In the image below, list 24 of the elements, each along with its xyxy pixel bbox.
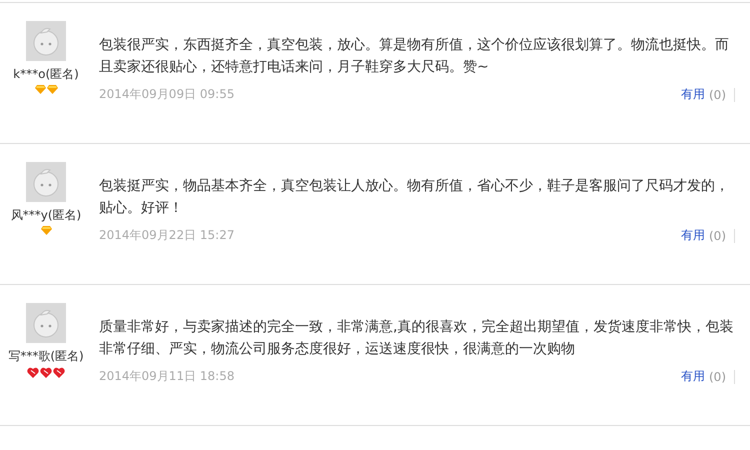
user-name: k***o(匿名) [13,66,79,83]
useful-link[interactable]: 有用 [681,368,705,385]
avatar-icon [26,162,66,202]
heart-icon [40,367,52,378]
user-name: 写***歌(匿名) [8,348,84,365]
review-date: 2014年09月22日 15:27 [99,227,234,244]
useful-link[interactable]: 有用 [681,227,705,244]
review-text: 质量非常好，与卖家描述的完全一致，非常满意,真的很喜欢，完全超出期望值，发货速度非常快，包装非常仔细、严实，物流公司服务态度很好，运送速度很快，很满意的一次购物 [99,318,734,359]
useful-count: (0) [709,228,735,242]
diamond-icon [40,226,52,235]
heart-icon [53,367,65,378]
review-date: 2014年09月09日 09:55 [99,86,234,103]
useful-count: (0) [709,370,735,384]
heart-icon [27,367,39,378]
review-date: 2014年09月11日 18:58 [99,368,234,385]
avatar-icon [26,21,66,61]
diamond-icon [46,85,58,94]
useful-link[interactable]: 有用 [681,86,705,103]
review-text: 包装挺严实，物品基本齐全，真空包装让人放心。物有所值，省心不少，鞋子是客服问了尺码才发的，贴心。好评！ [99,177,730,218]
diamond-icon [34,85,46,94]
review-text: 包装很严实，东西挺齐全，真空包装，放心。算是物有所值，这个价位应该很划算了。物流也挺快。而且卖家还很贴心，还特意打电话来问，月子鞋穿多大尺码。赞~ [99,36,730,77]
useful-count: (0) [709,88,735,102]
user-name: 风***y(匿名) [10,207,82,224]
avatar-icon [26,303,66,343]
